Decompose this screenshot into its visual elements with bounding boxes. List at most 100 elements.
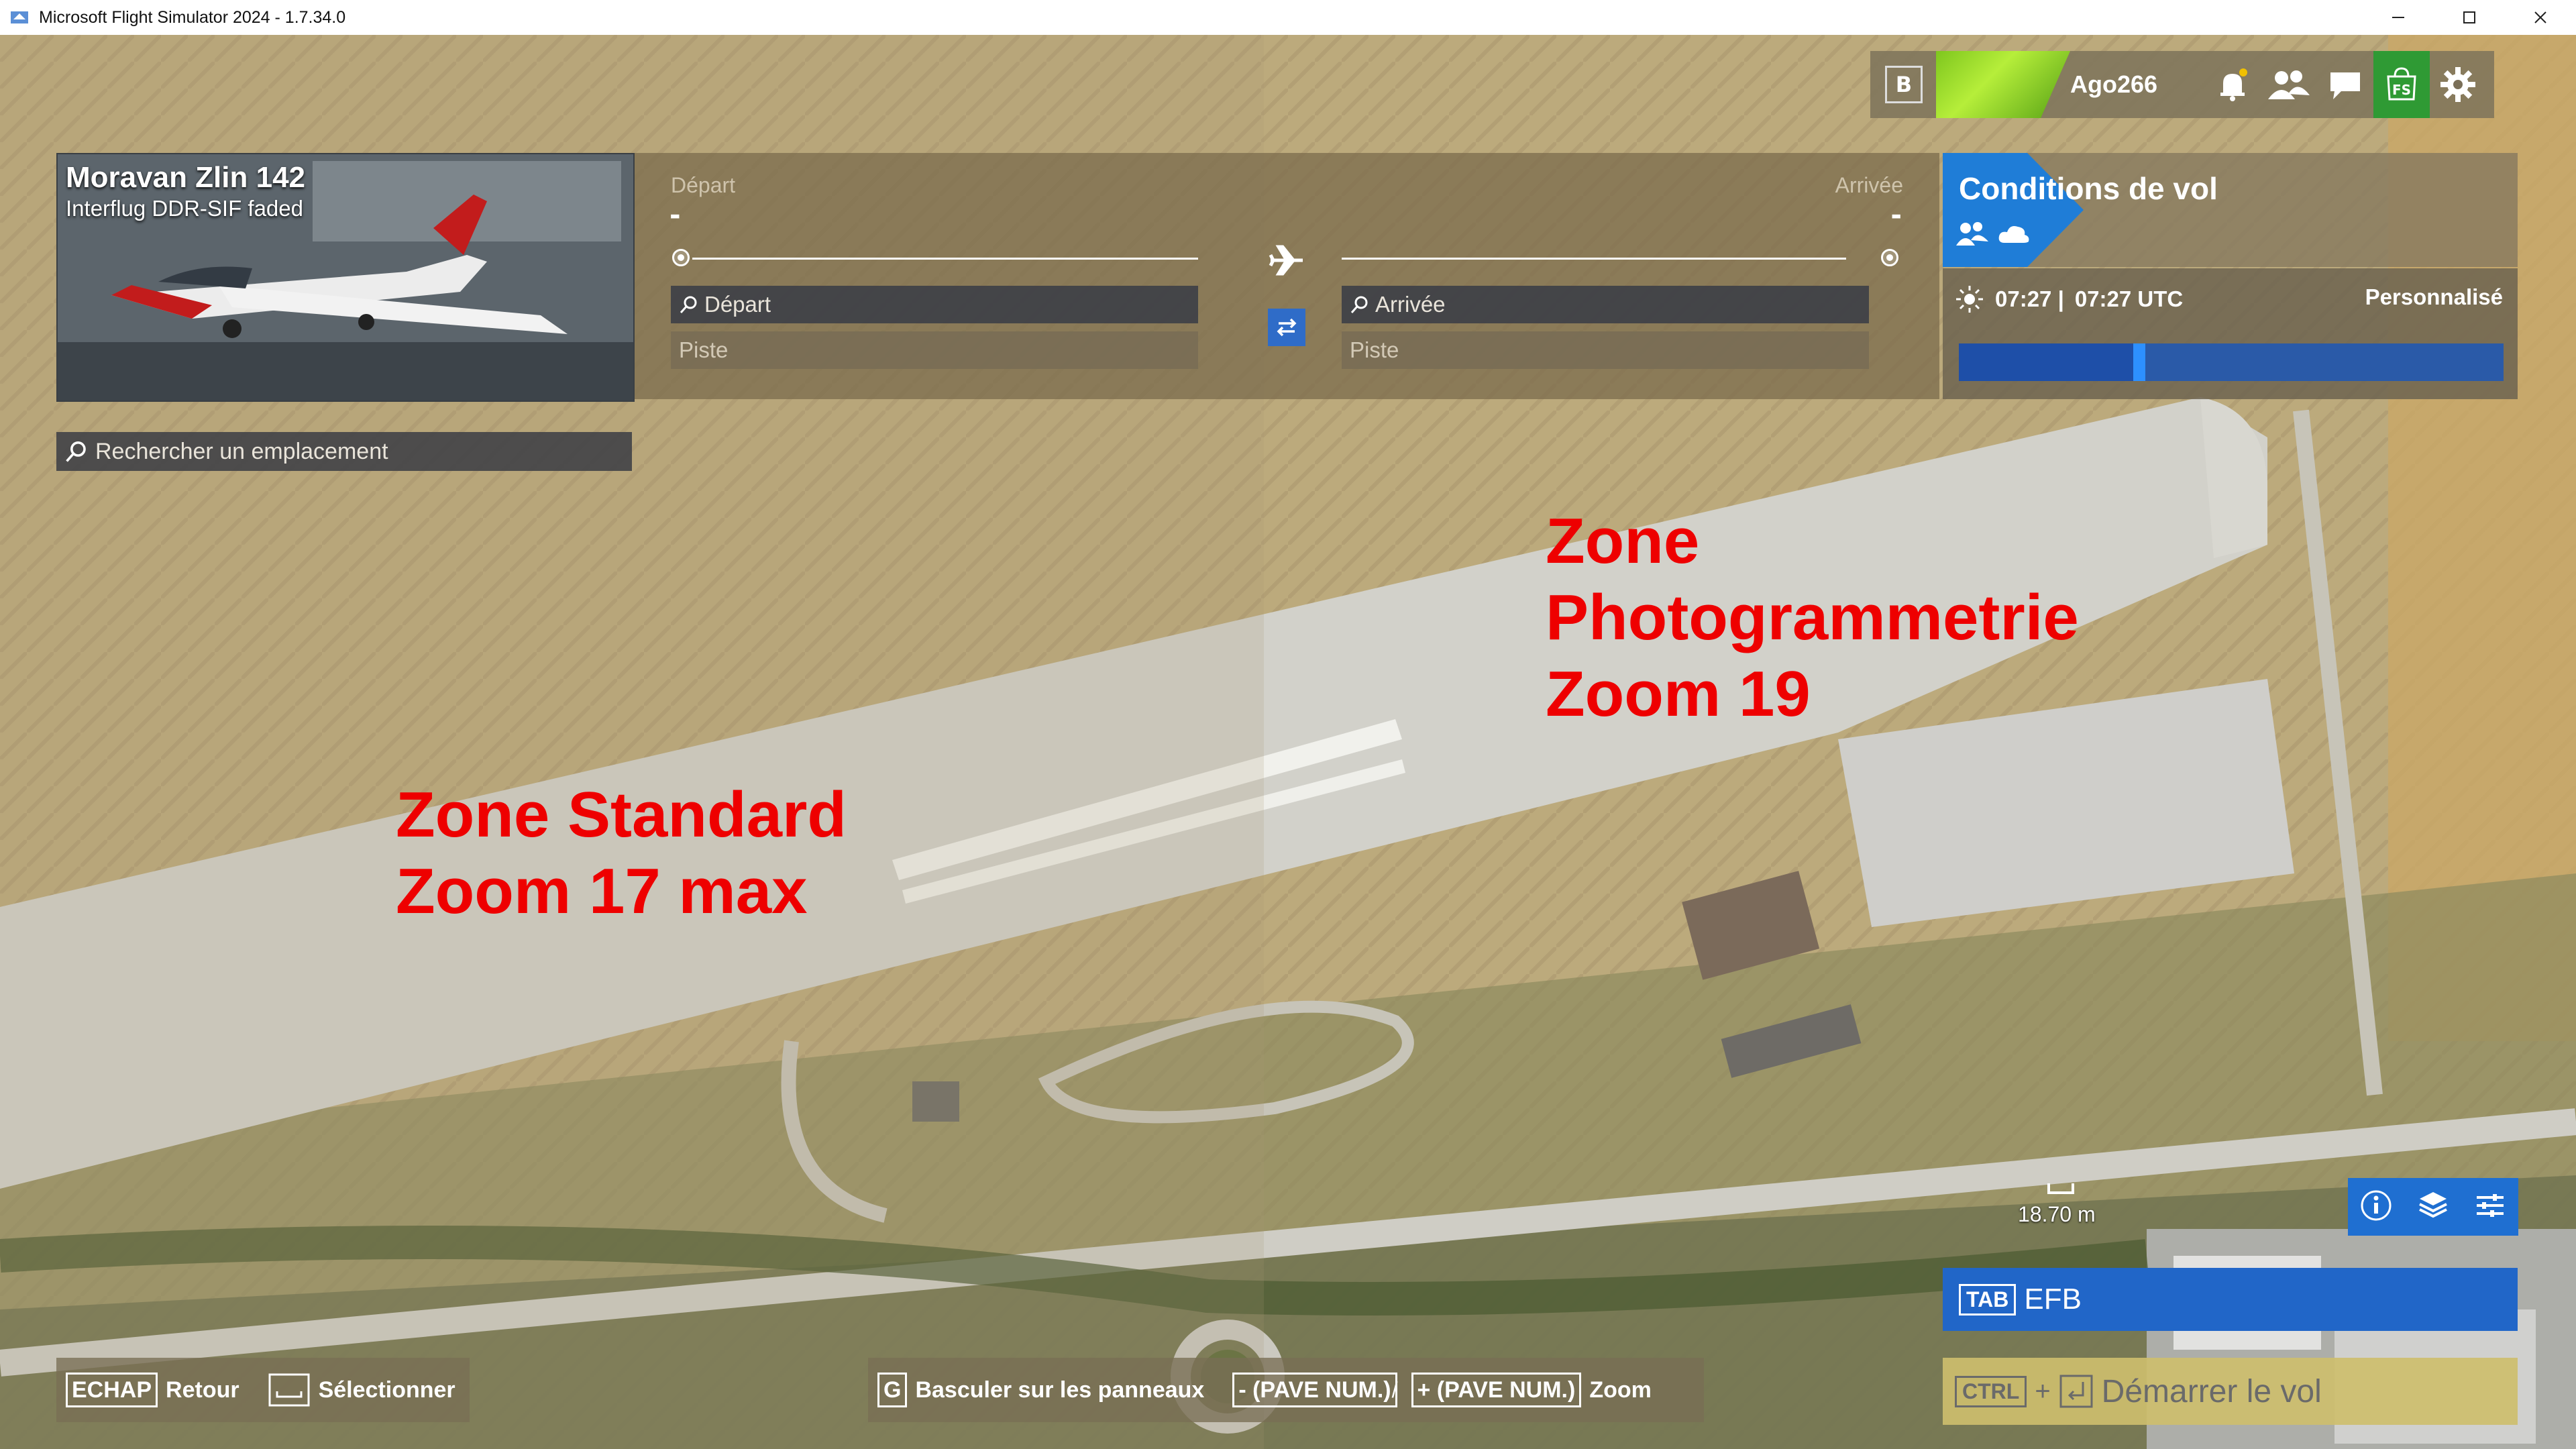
app-icon [11,11,28,23]
maximize-icon [2463,11,2475,23]
info-button[interactable] [2359,1188,2394,1226]
info-icon [2361,1190,2392,1221]
airplane-icon [1269,245,1303,276]
arrival-runway-placeholder: Piste [1350,337,1399,362]
user-bar: B Ago266 FS [1870,51,2494,118]
hint-separator: / [1391,1377,1398,1402]
flight-conditions-header[interactable]: Conditions de vol [1943,153,2518,267]
zoom-in-key-hint: + (PAVE NUM.) [1411,1373,1582,1407]
weather-preset[interactable]: Personnalisé [2365,284,2503,310]
utc-time: 07:27 UTC [2074,286,2184,311]
escape-key-hint: ECHAP [66,1373,158,1407]
back-hint-label[interactable]: Retour [166,1377,239,1403]
route-line-right [1342,258,1846,260]
chat-button[interactable] [2317,51,2373,118]
time-slider-fill [1959,343,2133,381]
aircraft-card[interactable]: Moravan Zlin 142 Interflug DDR-SIF faded [56,153,635,402]
minimize-button[interactable] [2363,0,2434,35]
tab-key-hint: TAB [1959,1283,2017,1316]
window-title: Microsoft Flight Simulator 2024 - 1.7.34… [39,7,346,27]
zoom-hint-label[interactable]: Zoom [1589,1377,1652,1403]
map-hints: G Basculer sur les panneaux - (PAVE NUM.… [868,1358,1704,1422]
time-slider-handle[interactable] [2133,343,2145,381]
layers-icon [2419,1192,2447,1218]
aircraft-livery: Interflug DDR-SIF faded [66,196,303,221]
filters-button[interactable] [2473,1188,2508,1226]
arrival-runway-field[interactable]: Piste [1342,331,1869,369]
multiplayer-icon [1956,222,1988,246]
efb-label: EFB [2024,1283,2082,1316]
annotation-line: Zoom 17 max [396,855,808,927]
toggle-panels-hint[interactable]: Basculer sur les panneaux [915,1377,1204,1403]
arrival-search-field[interactable]: Arrivée [1342,286,1869,323]
maximize-button[interactable] [2434,0,2505,35]
close-button[interactable] [2505,0,2576,35]
time-of-day-slider[interactable] [1959,343,2504,381]
search-icon [680,296,697,313]
window-title-bar: Microsoft Flight Simulator 2024 - 1.7.34… [0,0,2576,35]
bell-icon [2220,68,2247,101]
time-weather-panel: 07:27 | 07:27 UTC Personnalisé [1943,268,2518,399]
arrival-search-placeholder: Arrivée [1375,292,1446,317]
start-flight-button[interactable]: CTRL + Démarrer le vol [1943,1358,2518,1425]
departure-search-placeholder: Départ [704,292,771,317]
friends-icon [2268,70,2310,99]
b-key-hint[interactable]: B [1885,66,1923,103]
map-tools [2348,1178,2518,1236]
g-key-hint: G [877,1373,908,1407]
annotation-line: Zoom 19 [1546,658,1811,730]
marketplace-icon: FS [2387,67,2416,101]
departure-runway-field[interactable]: Piste [671,331,1198,369]
navigation-hints: ECHAP Retour Sélectionner [56,1358,470,1422]
annotation-line: Zone Standard [396,779,847,851]
key-plus: + [2035,1376,2051,1406]
departure-search-field[interactable]: Départ [671,286,1198,323]
layers-button[interactable] [2416,1188,2451,1226]
gear-icon [2440,67,2475,102]
notifications-button[interactable] [2204,51,2261,118]
conditions-title: Conditions de vol [1959,171,2218,206]
marketplace-button[interactable]: FS [2373,51,2430,118]
swap-icon [1277,318,1297,337]
annotation-line: Zone [1546,505,1700,577]
zoom-out-key-hint: - (PAVE NUM.) [1232,1373,1397,1407]
cloud-icon [1998,226,2029,243]
player-banner[interactable] [1936,51,2070,118]
annotation-line: Photogrammetrie [1546,582,2079,653]
spacebar-key-icon [268,1373,310,1407]
sun-icon [1956,286,1983,313]
arrival-label: Arrivée [1835,173,1903,197]
location-search-placeholder: Rechercher un emplacement [95,438,388,464]
location-search-input[interactable]: Rechercher un emplacement [56,432,632,471]
map-scale: 18.70 m [2018,1202,2096,1226]
arrival-marker [1881,249,1898,266]
aircraft-name: Moravan Zlin 142 [66,161,306,194]
efb-button[interactable]: TAB EFB [1943,1268,2518,1331]
departure-marker [672,249,690,266]
route-line-left [692,258,1198,260]
filters-icon [2476,1194,2504,1217]
search-icon [1350,296,1368,313]
local-time: 07:27 | [1995,286,2064,311]
annotation-standard: Zone Standard Zoom 17 max [396,777,847,930]
arrival-value: - [1890,200,1902,231]
departure-runway-placeholder: Piste [679,337,729,362]
select-hint-label[interactable]: Sélectionner [319,1377,455,1403]
ctrl-key-hint: CTRL [1955,1375,2027,1407]
start-flight-label: Démarrer le vol [2101,1373,2322,1409]
settings-button[interactable] [2430,51,2486,118]
close-icon [2534,11,2546,23]
search-icon [66,441,86,462]
minimize-icon [2392,17,2404,18]
svg-text:FS: FS [2392,82,2411,98]
annotation-photogrammetry: Zone Photogrammetrie Zoom 19 [1546,503,2079,733]
friends-button[interactable] [2261,51,2317,118]
departure-value: - [669,200,681,231]
enter-key-icon [2059,1375,2093,1408]
departure-label: Départ [671,173,736,197]
chat-icon [2330,72,2360,99]
username[interactable]: Ago266 [2070,70,2204,99]
swap-route-button[interactable] [1268,309,1305,346]
route-panel: Départ Arrivée - - Départ Piste Arrivée … [635,153,1939,399]
scale-bar-icon [2047,1183,2074,1194]
